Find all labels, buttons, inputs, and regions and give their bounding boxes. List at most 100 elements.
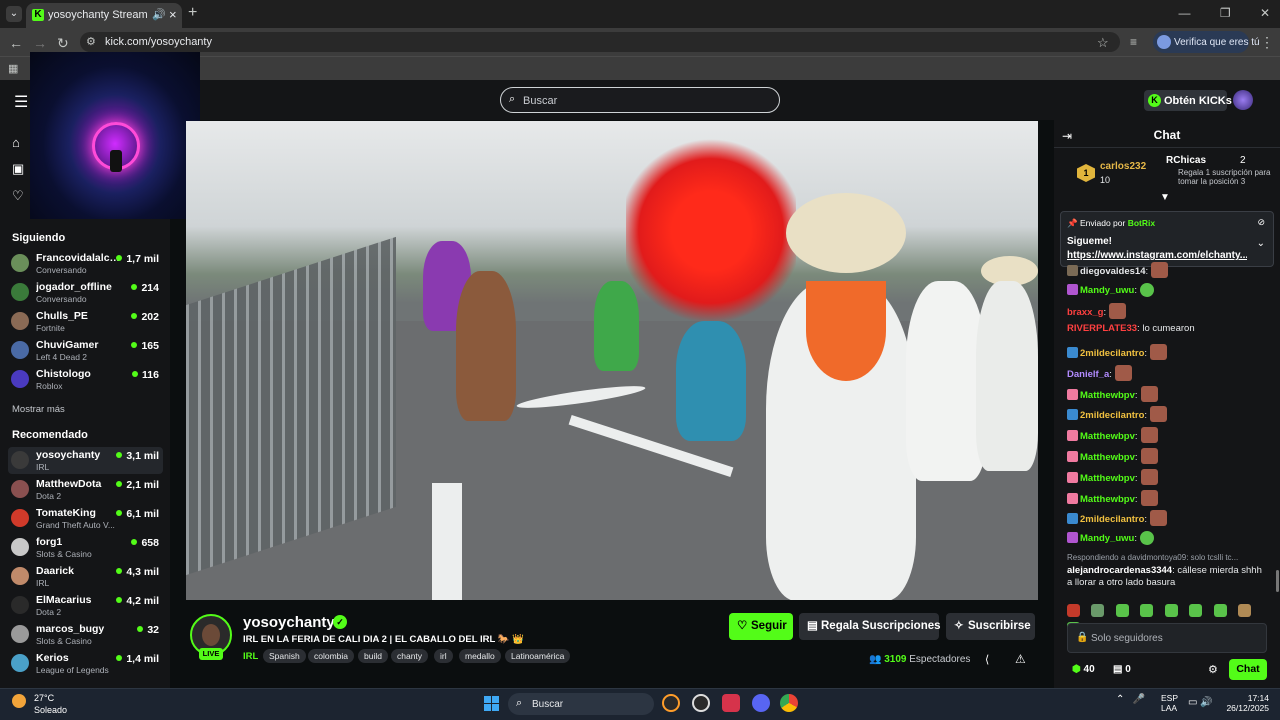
leaderboard-second-user[interactable]: RChicas xyxy=(1166,155,1206,166)
gift-balance[interactable]: ▤ 0 xyxy=(1113,664,1131,675)
browser-tab[interactable]: K yosoychanty Stream - Watch 🔊 × xyxy=(26,3,182,28)
unpin-icon[interactable]: ⊘ xyxy=(1257,217,1265,228)
get-kicks-button[interactable]: K Obtén KICKs xyxy=(1144,90,1232,111)
emote[interactable] xyxy=(1115,604,1129,617)
search-input[interactable]: ⌕ Buscar xyxy=(500,87,780,113)
tab-search-icon[interactable]: ⌄ xyxy=(6,6,22,22)
chat-input[interactable]: 🔒 Solo seguidores xyxy=(1067,623,1267,653)
user-avatar[interactable] xyxy=(1233,90,1253,110)
pinned-message[interactable]: 📌 Enviado por BotRix ⊘ Sigueme! https://… xyxy=(1060,211,1274,267)
stream-category[interactable]: IRL xyxy=(243,651,258,662)
taskbar-app-icon[interactable] xyxy=(662,694,680,712)
browse-icon[interactable]: ▣ xyxy=(12,161,24,177)
sidebar-following-item[interactable]: ChuviGamer Left 4 Dead 2 165 xyxy=(8,337,163,364)
clock[interactable]: 17:14 26/12/2025 xyxy=(1221,693,1269,713)
send-chat-button[interactable]: Chat xyxy=(1229,659,1267,680)
sidebar-recommended-item[interactable]: forg1 Slots & Casino 658 xyxy=(8,534,163,561)
sidebar-recommended-item[interactable]: marcos_bugy Slots & Casino 32 xyxy=(8,621,163,648)
bookmark-star-icon[interactable]: ☆ xyxy=(1097,35,1109,51)
apps-grid-icon[interactable]: ▦ xyxy=(8,62,18,75)
share-icon[interactable]: ⟨ xyxy=(985,653,989,666)
emote[interactable] xyxy=(1067,604,1080,617)
emote[interactable] xyxy=(1140,604,1154,617)
streamer-name[interactable]: yosoychanty xyxy=(243,614,335,631)
emote[interactable] xyxy=(1164,604,1178,617)
url-bar[interactable]: ⚙ kick.com/yosoychanty xyxy=(80,32,1120,52)
tag[interactable]: build xyxy=(358,649,388,663)
chat-username[interactable]: RIVERPLATE33 xyxy=(1067,323,1137,334)
chat-username[interactable]: Matthewbpv xyxy=(1080,390,1135,401)
gift-subs-button[interactable]: ▤ Regala Suscripciones xyxy=(799,613,941,640)
emote[interactable] xyxy=(1091,604,1105,617)
close-window-icon[interactable]: ✕ xyxy=(1260,6,1270,20)
sidebar-following-item[interactable]: jogador_offline Conversando 214 xyxy=(8,279,163,306)
heart-icon[interactable]: ♡ xyxy=(12,188,24,204)
network-volume-icons[interactable]: ▭ 🔊 xyxy=(1188,697,1213,708)
chat-username[interactable]: Mandy_uwu xyxy=(1080,285,1134,296)
speaker-icon[interactable]: 🔊 xyxy=(152,8,166,21)
chat-scrollbar[interactable] xyxy=(1276,570,1279,592)
subscribe-button[interactable]: ✧ Suscribirse xyxy=(946,613,1035,640)
show-more-link[interactable]: Mostrar más xyxy=(12,404,65,415)
emote[interactable] xyxy=(1238,604,1252,617)
new-tab-icon[interactable]: + xyxy=(188,4,197,22)
sidebar-following-item[interactable]: Chulls_PE Fortnite 202 xyxy=(8,308,163,335)
expand-leaderboard-icon[interactable]: ▼ xyxy=(1160,192,1170,203)
close-tab-icon[interactable]: × xyxy=(169,7,177,22)
sidebar-recommended-item[interactable]: Daarick IRL 4,3 mil xyxy=(8,563,163,590)
chat-username[interactable]: Mandy_uwu xyxy=(1080,533,1134,544)
emote[interactable] xyxy=(1213,604,1227,617)
tag[interactable]: irl xyxy=(434,649,453,663)
chat-username[interactable]: Matthewbpv xyxy=(1080,431,1135,442)
language-indicator[interactable]: ESP LAA xyxy=(1161,693,1178,713)
chat-username[interactable]: 2mildecilantro xyxy=(1080,348,1144,359)
tag[interactable]: colombia xyxy=(308,649,355,663)
reload-icon[interactable]: ↻ xyxy=(57,35,69,52)
chat-username[interactable]: Matthewbpv xyxy=(1080,473,1135,484)
chrome-icon[interactable] xyxy=(780,694,798,712)
menu-hamburger-icon[interactable]: ☰ xyxy=(14,92,28,112)
forward-icon[interactable]: → xyxy=(33,35,47,51)
emote[interactable] xyxy=(1189,604,1203,617)
chat-username[interactable]: Matthewbpv xyxy=(1080,452,1135,463)
chat-username[interactable]: diegovaldes14 xyxy=(1080,266,1145,277)
picture-in-picture-thumbnail[interactable] xyxy=(30,52,200,219)
home-icon[interactable]: ⌂ xyxy=(12,135,20,150)
profile-chip[interactable]: Verifica que eres tú xyxy=(1153,31,1260,53)
tag[interactable]: Spanish xyxy=(263,649,306,663)
chat-username[interactable]: 2mildecilantro xyxy=(1080,410,1144,421)
sidebar-recommended-item[interactable]: Kerios League of Legends 1,4 mil xyxy=(8,650,163,677)
site-info-icon[interactable]: ⚙ xyxy=(86,35,96,48)
taskbar-search[interactable]: ⌕ Buscar xyxy=(508,693,654,715)
sidebar-following-item[interactable]: Chistologo Roblox 116 xyxy=(8,366,163,393)
chat-username[interactable]: Danielf_a xyxy=(1067,369,1109,380)
sidebar-recommended-item[interactable]: TomateKing Grand Theft Auto V... 6,1 mil xyxy=(8,505,163,532)
sidebar-following-item[interactable]: Francovidalalcal... Conversando 1,7 mil xyxy=(8,250,163,277)
windows-start-icon[interactable] xyxy=(484,696,500,712)
taskbar-app-icon[interactable] xyxy=(722,694,740,712)
browser-menu-icon[interactable]: ⋮ xyxy=(1260,34,1274,51)
tag[interactable]: medallo xyxy=(459,649,501,663)
chat-username[interactable]: braxx_g xyxy=(1067,307,1103,318)
leaderboard-top-user[interactable]: carlos232 xyxy=(1100,161,1146,172)
minimize-icon[interactable]: — xyxy=(1178,6,1190,20)
video-player[interactable] xyxy=(186,121,1038,600)
tag[interactable]: Latinoamérica xyxy=(505,649,571,663)
follow-button[interactable]: ♡ Seguir xyxy=(729,613,793,640)
chat-username[interactable]: 2mildecilantro xyxy=(1080,514,1144,525)
taskbar-app-icon[interactable] xyxy=(692,694,710,712)
back-icon[interactable]: ← xyxy=(9,35,23,51)
sidebar-recommended-item[interactable]: yosoychanty IRL 3,1 mil xyxy=(8,447,163,474)
system-tray-icons[interactable]: ⌃ 🎤 xyxy=(1116,694,1145,705)
kicks-balance[interactable]: ⬢ 40 xyxy=(1072,664,1095,675)
sidebar-recommended-item[interactable]: ElMacarius Dota 2 4,2 mil xyxy=(8,592,163,619)
report-icon[interactable]: ⚠ xyxy=(1015,652,1026,666)
chat-settings-icon[interactable]: ⚙ xyxy=(1208,663,1218,676)
chat-username[interactable]: alejandrocardenas3344 xyxy=(1067,565,1172,576)
restore-icon[interactable]: ❐ xyxy=(1220,6,1231,20)
pinned-link[interactable]: https://www.instagram.com/elchanty... xyxy=(1067,250,1247,261)
tag[interactable]: chanty xyxy=(391,649,429,663)
chevron-down-icon[interactable]: ⌄ xyxy=(1257,238,1265,249)
sidebar-recommended-item[interactable]: MatthewDota Dota 2 2,1 mil xyxy=(8,476,163,503)
reading-list-icon[interactable]: ≡ xyxy=(1130,35,1137,49)
